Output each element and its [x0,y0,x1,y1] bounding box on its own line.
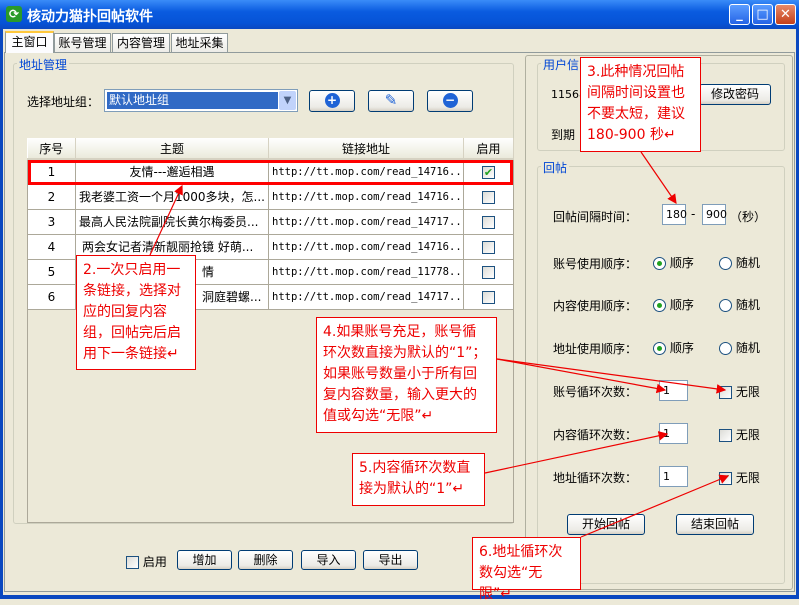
checkbox-label: 无限 [735,428,760,442]
callout-3: 3.此种情况回帖间隔时间设置也不要太短，建议180-900 秒↵ [580,57,701,152]
row-enabled-checkbox[interactable] [482,215,495,229]
row-enabled-checkbox[interactable] [482,290,495,304]
address-group-title: 地址管理 [17,56,70,73]
address-order-rand-radio[interactable]: 随机 [719,339,760,356]
content-order-rand-radio[interactable]: 随机 [719,296,760,313]
account-unlimited-checkbox[interactable]: 无限 [719,383,760,400]
import-button[interactable]: 导入 [301,550,356,570]
stop-reply-button[interactable]: 结束回帖 [676,514,754,535]
loop-label-account: 账号循环次数： [553,385,638,399]
minimize-button[interactable]: _ [729,4,750,25]
row-url: http://tt.mop.com/read_14717... [268,283,464,310]
app-refresh-icon: ⟳ [6,6,22,22]
account-order-rand-radio[interactable]: 随机 [719,254,760,271]
col-no[interactable]: 序号 [27,138,76,160]
content-unlimited-checkbox[interactable]: 无限 [719,426,760,443]
checkbox-label: 无限 [735,471,760,485]
row-no: 2 [27,183,76,210]
title-bar: ⟳ 核动力猫扑回帖软件 _ □ ✕ [0,0,799,29]
select-group-label: 选择地址组： [27,95,100,109]
tab-address-collect[interactable]: 地址采集 [171,33,228,53]
tab-accounts[interactable]: 账号管理 [54,33,111,53]
address-unlimited-checkbox[interactable]: ✔ 无限 [719,469,760,486]
radio-label: 随机 [735,298,760,312]
tab-main[interactable]: 主窗口 [5,31,54,53]
row-enabled-checkbox[interactable] [482,265,495,279]
address-order-seq-radio[interactable]: 顺序 [653,339,694,356]
row-no: 6 [27,283,76,310]
row-enabled-checkbox[interactable] [482,190,495,204]
address-group-select[interactable]: 默认地址组 ▼ [104,89,298,112]
callout-6: 6.地址循环次数勾选“无限”↵ [472,537,581,602]
minus-circle-icon: − [442,93,458,108]
start-reply-button[interactable]: 开始回帖 [567,514,645,535]
row-no: 5 [27,258,76,285]
account-order-seq-radio[interactable]: 顺序 [653,254,694,271]
col-enabled[interactable]: 启用 [463,138,514,160]
row-no: 4 [27,233,76,260]
col-url[interactable]: 链接地址 [268,138,464,160]
callout-5: 5.内容循环次数直接为默认的“1”↵ [352,453,485,506]
interval-max-input[interactable]: 900 [702,204,727,225]
pencil-icon: ✎ [384,91,398,109]
interval-dash: - [691,207,696,221]
enable-label: 启用 [142,555,167,569]
radio-label: 顺序 [669,256,694,270]
address-loop-input[interactable]: 1 [659,466,688,487]
add-button[interactable]: 增加 [177,550,232,570]
row-url: http://tt.mop.com/read_14717... [268,208,464,235]
order-label-content: 内容使用顺序： [553,299,638,313]
add-group-button[interactable]: + [309,90,355,112]
remove-group-button[interactable]: − [427,90,473,112]
maximize-button[interactable]: □ [752,4,773,25]
row-url: http://tt.mop.com/read_14716... [268,183,464,210]
enable-all-checkbox[interactable]: 启用 [126,553,167,570]
window-title: 核动力猫扑回帖软件 [27,9,153,25]
tab-content[interactable]: 内容管理 [112,33,170,53]
checkbox-label: 无限 [735,385,760,399]
radio-label: 顺序 [669,298,694,312]
change-password-button[interactable]: 修改密码 [699,84,771,105]
loop-label-content: 内容循环次数： [553,428,638,442]
plus-circle-icon: + [324,93,340,108]
col-subject[interactable]: 主题 [75,138,269,160]
row-highlight [28,160,513,185]
row-subject: 我老婆工资一个月1000多块，怎... [75,183,269,210]
radio-label: 顺序 [669,341,694,355]
radio-label: 随机 [735,256,760,270]
selected-group: 默认地址组 [107,92,278,109]
expire-label: 到期 [551,128,576,142]
export-button[interactable]: 导出 [363,550,418,570]
content-loop-input[interactable]: 1 [659,423,688,444]
table-row[interactable]: 2 我老婆工资一个月1000多块，怎... http://tt.mop.com/re… [27,183,514,210]
user-group-title: 用户信 [541,56,582,73]
row-no: 3 [27,208,76,235]
radio-label: 随机 [735,341,760,355]
order-label-account: 账号使用顺序： [553,257,638,271]
chevron-down-icon[interactable]: ▼ [279,91,296,110]
content-order-seq-radio[interactable]: 顺序 [653,296,694,313]
interval-min-input[interactable]: 180 [662,204,687,225]
row-url: http://tt.mop.com/read_14716... [268,233,464,260]
callout-4: 4.如果账号充足，账号循环次数直接为默认的“1”；如果账号数量小于所有回复内容数… [316,317,497,433]
row-subject: 最高人民法院副院长黄尔梅委员... [75,208,269,235]
callout-2: 2.一次只启用一条链接，选择对应的回复内容组，回帖完后启用下一条链接↵ [76,255,196,370]
interval-unit: （秒） [730,210,767,224]
reply-group-title: 回帖 [541,159,570,176]
interval-label: 回帖间隔时间： [553,210,638,224]
delete-button[interactable]: 删除 [238,550,293,570]
row-url: http://tt.mop.com/read_11778... [268,258,464,285]
order-label-address: 地址使用顺序： [553,342,638,356]
row-enabled-checkbox[interactable] [482,240,495,254]
table-row[interactable]: 3 最高人民法院副院长黄尔梅委员... http://tt.mop.com/read… [27,208,514,235]
loop-label-address: 地址循环次数： [553,471,638,485]
edit-group-button[interactable]: ✎ [368,90,414,112]
close-button[interactable]: ✕ [775,4,796,25]
account-loop-input[interactable]: 1 [659,380,688,401]
